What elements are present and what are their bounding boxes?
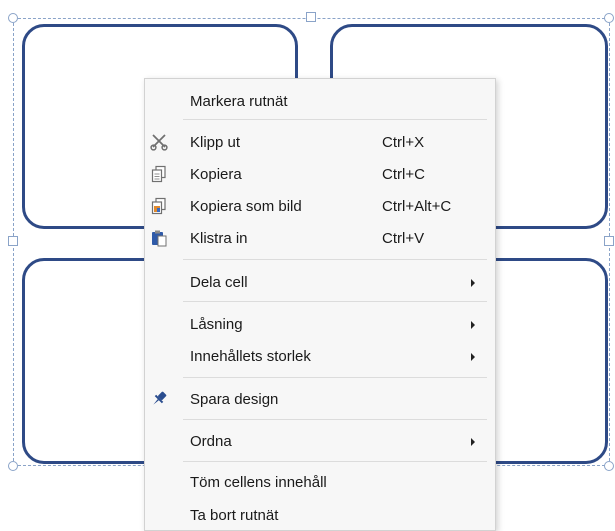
menu-item-label: Kopiera <box>190 165 242 183</box>
menu-separator <box>183 377 487 378</box>
menu-item-label: Töm cellens innehåll <box>190 473 327 491</box>
resize-handle-left[interactable] <box>8 236 18 246</box>
menu-item-label: Innehållets storlek <box>190 347 311 365</box>
menu-item-shortcut: Ctrl+V <box>382 229 425 247</box>
menu-item-save-design[interactable]: Spara design <box>145 384 495 414</box>
menu-item-copy-as-image[interactable]: Kopiera som bild Ctrl+Alt+C <box>145 191 495 221</box>
menu-item-label: Ordna <box>190 432 232 450</box>
resize-handle-right[interactable] <box>604 236 614 246</box>
scissors-icon <box>149 132 169 152</box>
menu-separator <box>183 259 487 260</box>
menu-item-shortcut: Ctrl+C <box>382 165 425 183</box>
menu-item-copy[interactable]: Kopiera Ctrl+C <box>145 159 495 189</box>
design-canvas: Markera rutnät Klipp ut Ctrl+X Kopiera C… <box>0 0 615 531</box>
menu-separator <box>183 419 487 420</box>
menu-item-remove-grid[interactable]: Ta bort rutnät <box>145 500 495 530</box>
menu-item-split-cell[interactable]: Dela cell <box>145 267 495 297</box>
menu-separator <box>183 119 487 120</box>
menu-item-label: Låsning <box>190 315 243 333</box>
menu-item-label: Dela cell <box>190 273 248 291</box>
submenu-arrow-icon <box>471 438 475 446</box>
menu-item-content-size[interactable]: Innehållets storlek <box>145 341 495 371</box>
menu-item-label: Markera rutnät <box>190 92 288 110</box>
resize-handle-bottom-right[interactable] <box>604 461 614 471</box>
menu-item-label: Spara design <box>190 390 279 408</box>
resize-handle-top[interactable] <box>306 12 316 22</box>
menu-separator <box>183 461 487 462</box>
paste-icon <box>149 228 169 248</box>
copy-as-image-icon <box>149 196 169 216</box>
resize-handle-bottom-left[interactable] <box>8 461 18 471</box>
menu-item-label: Klipp ut <box>190 133 241 151</box>
resize-handle-top-right[interactable] <box>604 13 614 23</box>
menu-item-select-grid[interactable]: Markera rutnät <box>145 86 495 116</box>
menu-item-cut[interactable]: Klipp ut Ctrl+X <box>145 127 495 157</box>
menu-item-shortcut: Ctrl+Alt+C <box>382 197 452 215</box>
submenu-arrow-icon <box>471 321 475 329</box>
menu-item-label: Ta bort rutnät <box>190 506 279 524</box>
context-menu: Markera rutnät Klipp ut Ctrl+X Kopiera C… <box>144 78 496 531</box>
menu-item-arrange[interactable]: Ordna <box>145 426 495 456</box>
menu-item-label: Kopiera som bild <box>190 197 302 215</box>
menu-item-clear-cell-content[interactable]: Töm cellens innehåll <box>145 467 495 497</box>
resize-handle-top-left[interactable] <box>8 13 18 23</box>
menu-separator <box>183 301 487 302</box>
menu-item-label: Klistra in <box>190 229 248 247</box>
submenu-arrow-icon <box>471 353 475 361</box>
submenu-arrow-icon <box>471 279 475 287</box>
menu-item-shortcut: Ctrl+X <box>382 133 425 151</box>
menu-item-locking[interactable]: Låsning <box>145 309 495 339</box>
pin-icon <box>149 389 169 409</box>
copy-icon <box>149 164 169 184</box>
menu-item-paste[interactable]: Klistra in Ctrl+V <box>145 223 495 253</box>
